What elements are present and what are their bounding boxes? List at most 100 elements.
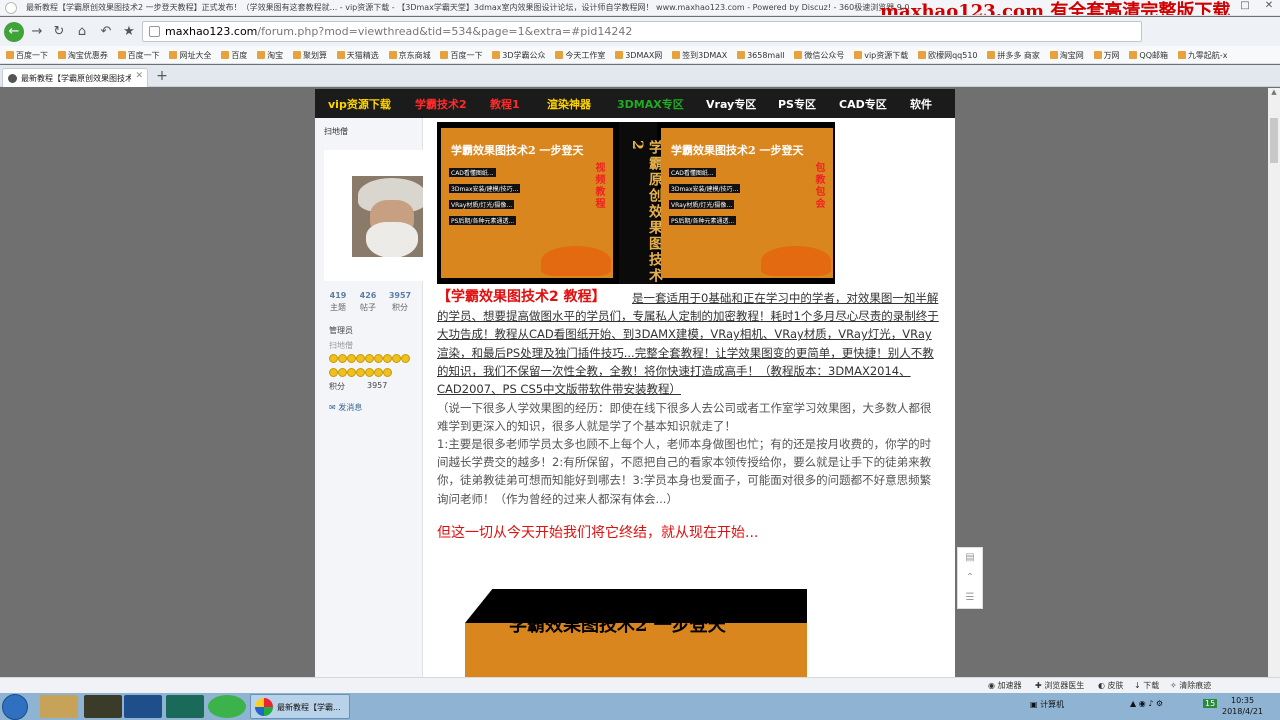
nav-xueba-tech2[interactable]: 学霸技术2 (415, 96, 467, 112)
bookmark-label: 九零起航-x (1187, 51, 1228, 60)
star-icon[interactable]: ★ (119, 22, 139, 42)
new-tab-icon[interactable]: + (152, 68, 172, 85)
medal-icon[interactable] (374, 354, 383, 363)
download-button[interactable]: ↓ 下载 (1134, 680, 1159, 691)
address-bar[interactable]: maxhao123.com/forum.php?mod=viewthread&t… (142, 21, 1142, 42)
post-paragraph-2: （说一下很多人学效果图的经历：即使在线下很多人去公司或者工作室学习效果图，大多数… (437, 401, 932, 434)
nav-ps[interactable]: PS专区 (778, 96, 816, 112)
bookmark-item[interactable]: 今天工作室 (555, 50, 605, 61)
taskbar-active-window[interactable]: 最新教程【学霸... (250, 694, 350, 719)
bookmark-item[interactable]: 百度一下 (440, 50, 482, 61)
medal-icon[interactable] (356, 368, 365, 377)
medal-icon[interactable] (365, 368, 374, 377)
list-icon[interactable]: ☰ (958, 588, 982, 608)
stat-posts[interactable]: 426 帖子 (353, 291, 383, 313)
bookmark-label: 3D学霸公众 (502, 51, 546, 60)
stat-topics[interactable]: 419 主题 (323, 291, 353, 313)
tab-close-icon[interactable]: ✕ (135, 71, 143, 81)
bookmark-item[interactable]: 万网 (1093, 50, 1120, 61)
medal-icon[interactable] (401, 354, 410, 363)
bookmark-item[interactable]: 网址大全 (169, 50, 211, 61)
medal-icon[interactable] (392, 354, 401, 363)
bookmark-item[interactable]: 微信公众号 (794, 50, 844, 61)
medal-icon[interactable] (347, 354, 356, 363)
bookmark-item[interactable]: 淘宝优惠券 (57, 50, 108, 61)
scrollbar-thumb[interactable] (1270, 118, 1278, 163)
stat-points[interactable]: 3957 积分 (385, 291, 415, 313)
accelerator-button[interactable]: ◉ 加速器 (988, 680, 1022, 691)
nav-vray[interactable]: Vray专区 (706, 96, 756, 112)
lock-app-icon[interactable] (40, 695, 78, 718)
tray-computer[interactable]: ▣ 计算机 (1030, 699, 1064, 710)
bookmark-item[interactable]: 百度一下 (117, 50, 160, 61)
vertical-scrollbar[interactable]: ▲ (1268, 88, 1280, 677)
folder-icon (794, 51, 803, 59)
bookmark-item[interactable]: vip资源下载 (854, 50, 908, 61)
taskbar-clock[interactable]: 10:35 2018/4/21 (1222, 695, 1263, 717)
medal-icon[interactable] (383, 354, 392, 363)
clear-traces-button[interactable]: ✧ 清除痕迹 (1170, 680, 1211, 691)
browser-doctor-button[interactable]: ✚ 浏览器医生 (1035, 680, 1084, 691)
scroll-up-icon[interactable]: ▲ (1268, 88, 1280, 100)
forward-arrow-icon[interactable]: → (27, 22, 47, 42)
reload-icon[interactable]: ↻ (49, 22, 69, 42)
bookmark-item[interactable]: 天猫精选 (336, 50, 379, 61)
bookmark-item[interactable]: 签到3DMAX (672, 50, 727, 61)
back-to-top-icon[interactable]: ⌃ (958, 568, 982, 588)
medal-icon[interactable] (338, 368, 347, 377)
skin-button[interactable]: ◐ 皮肤 (1098, 680, 1124, 691)
bookmark-item[interactable]: 欧檬网qq510 (918, 50, 978, 61)
url-host: maxhao123.com (165, 25, 258, 38)
bookmark-item[interactable]: 淘宝 (257, 50, 283, 61)
medal-icon[interactable] (347, 368, 356, 377)
tray-badge[interactable]: 15 (1203, 699, 1218, 708)
box-large-title: 学霸效果图技术2 一步登天 (509, 615, 726, 636)
bookmark-item[interactable]: 3D学霸公众 (492, 50, 546, 61)
back-arrow-icon[interactable]: ← (4, 22, 24, 42)
bookmark-item[interactable]: 九零起航-x (1177, 50, 1228, 61)
bookmark-item[interactable]: 3658mall (737, 51, 785, 60)
medal-icon[interactable] (365, 354, 374, 363)
nav-cad[interactable]: CAD专区 (839, 96, 887, 112)
bookmark-item[interactable]: 百度 (221, 50, 247, 61)
tray-icons[interactable]: ▲ ◉ ♪ ⚙ (1130, 699, 1163, 708)
bookmark-item[interactable]: 京东商城 (388, 50, 431, 61)
tab-active[interactable]: 最新教程【学霸原创效果图技术... ✕ (2, 68, 148, 87)
send-message-link[interactable]: ✉ 发消息 (329, 402, 362, 413)
bookmark-item[interactable]: 百度一下 (6, 50, 48, 61)
page-info-icon[interactable] (149, 26, 160, 37)
nav-software[interactable]: 软件 (910, 96, 932, 112)
nav-3dmax[interactable]: 3DMAX专区 (617, 96, 684, 112)
medal-icon[interactable] (329, 354, 338, 363)
3dsmax-app-icon[interactable] (166, 695, 204, 718)
bookmark-item[interactable]: 淘宝网 (1049, 50, 1084, 61)
maximize-icon[interactable]: □ (1234, 0, 1256, 14)
nav-vip-download[interactable]: vip资源下载 (328, 96, 391, 112)
medal-icon[interactable] (338, 354, 347, 363)
medal-icon[interactable] (356, 354, 365, 363)
bookmark-item[interactable]: 聚划算 (292, 50, 327, 61)
undo-icon[interactable]: ↶ (96, 22, 116, 42)
avatar[interactable] (352, 176, 432, 257)
author-name[interactable]: 扫地僧 (324, 126, 348, 137)
comment-icon[interactable]: ▤ (958, 548, 982, 568)
photoshop-app-icon[interactable] (124, 695, 162, 718)
network-icon: ▲ ◉ ♪ ⚙ (1130, 699, 1164, 708)
nav-render-tool[interactable]: 渲染神器 (547, 96, 591, 112)
home-icon[interactable]: ⌂ (72, 22, 92, 42)
bookmark-item[interactable]: QQ邮箱 (1129, 50, 1168, 61)
audition-app-icon[interactable] (84, 695, 122, 718)
bookmark-label: 签到3DMAX (682, 51, 728, 60)
close-icon[interactable]: ✕ (1258, 0, 1280, 14)
bookmark-item[interactable]: 3DMAX网 (615, 50, 662, 61)
folder-icon (854, 51, 863, 59)
bookmark-item[interactable]: 拼多多 商家 (987, 50, 1040, 61)
start-button-icon[interactable] (2, 694, 28, 720)
browser-app-icon[interactable] (208, 695, 246, 718)
minimize-icon[interactable]: – (1210, 0, 1232, 14)
medal-icon[interactable] (383, 368, 392, 377)
folder-icon (292, 51, 301, 59)
nav-tutorial1[interactable]: 教程1 (490, 96, 520, 112)
medal-icon[interactable] (329, 368, 338, 377)
medal-icon[interactable] (374, 368, 383, 377)
